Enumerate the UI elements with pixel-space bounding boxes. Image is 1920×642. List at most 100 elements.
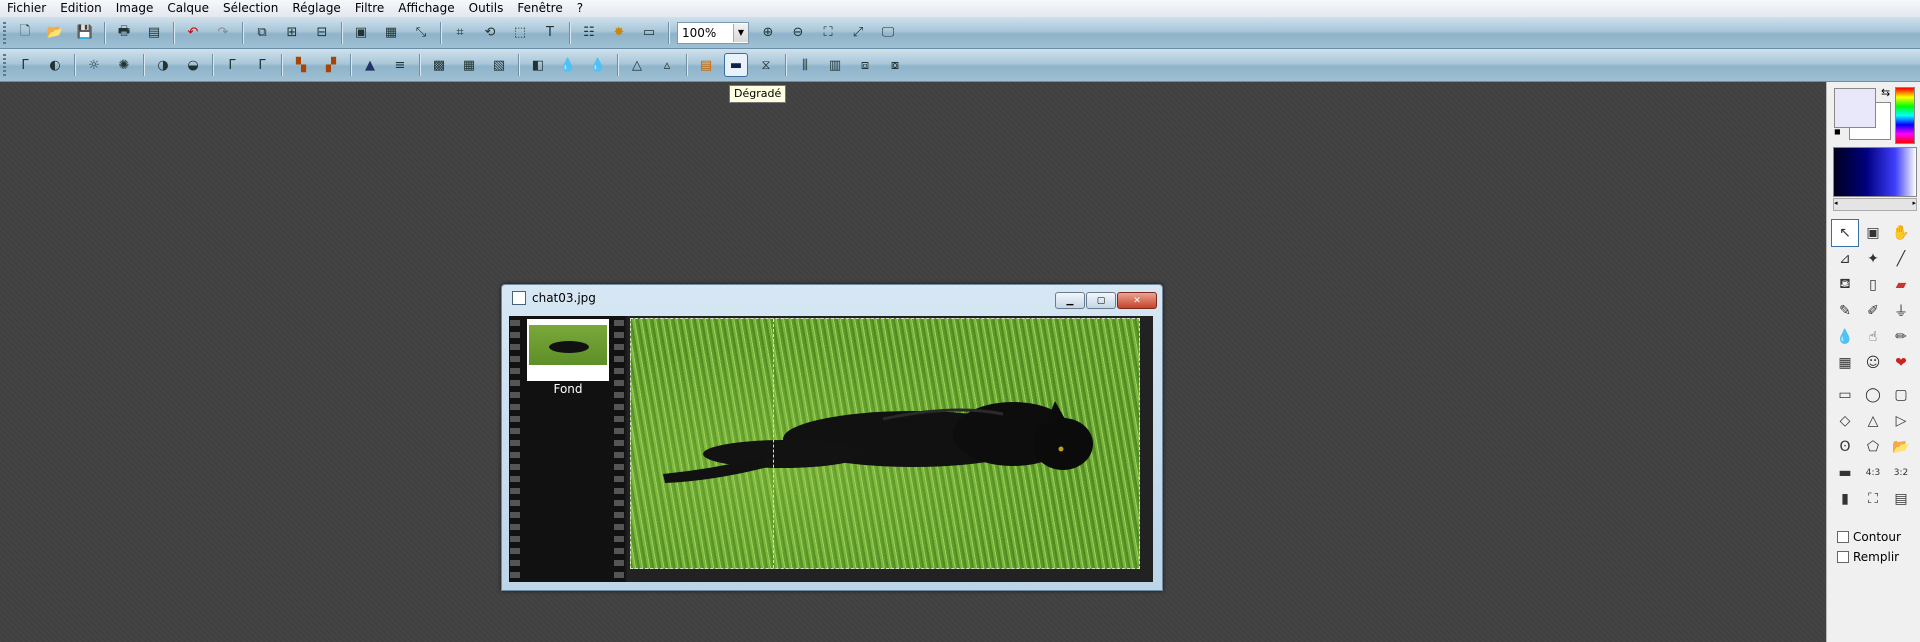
maximize-button[interactable]: ▢ bbox=[1086, 292, 1116, 309]
red-eye-tool-icon[interactable]: ❤ bbox=[1888, 350, 1914, 376]
brightness-down-icon[interactable]: ☼ bbox=[83, 54, 105, 76]
tile-icon[interactable]: ▥ bbox=[824, 54, 846, 76]
fit-image-icon[interactable]: ⛶ bbox=[817, 22, 839, 44]
canvas-area[interactable] bbox=[627, 316, 1153, 582]
contrast-down-icon[interactable]: ◑ bbox=[152, 54, 174, 76]
polygon-shape-icon[interactable]: ⬠ bbox=[1860, 434, 1886, 460]
color-balance-plus-icon[interactable]: ▞ bbox=[320, 54, 342, 76]
swap-colors-icon[interactable]: ⇆ bbox=[1881, 86, 1890, 99]
menu-edition[interactable]: Edition bbox=[53, 0, 109, 17]
eraser-tool-icon[interactable]: ▰ bbox=[1888, 272, 1914, 298]
fill-bucket-tool-icon[interactable]: ⛾ bbox=[1832, 272, 1858, 298]
vertical-selection-icon[interactable]: ▮ bbox=[1832, 486, 1858, 512]
document-window[interactable]: chat03.jpg ▁ ▢ ✕ Fond bbox=[501, 284, 1163, 591]
brush-tool-icon[interactable]: ✐ bbox=[1860, 298, 1886, 324]
grid-icon[interactable]: ▦ bbox=[458, 54, 480, 76]
toolbar-grip[interactable] bbox=[3, 21, 6, 44]
select-rect-icon[interactable]: ⬚ bbox=[509, 22, 531, 44]
menu-calque[interactable]: Calque bbox=[160, 0, 216, 17]
menu-selection[interactable]: Sélection bbox=[216, 0, 285, 17]
rectangle-shape-icon[interactable]: ▭ bbox=[1832, 382, 1858, 408]
lasso-shape-icon[interactable]: ʘ bbox=[1832, 434, 1858, 460]
rounded-rect-shape-icon[interactable]: ▢ bbox=[1888, 382, 1914, 408]
window-frame-icon[interactable]: ▤ bbox=[1888, 486, 1914, 512]
grid-alt-icon[interactable]: ▧ bbox=[488, 54, 510, 76]
chevron-down-icon[interactable]: ▼ bbox=[733, 23, 748, 42]
line-tool-icon[interactable]: ╱ bbox=[1888, 246, 1914, 272]
copy-layer-icon[interactable]: ⧉ bbox=[251, 22, 273, 44]
histogram-icon[interactable]: ▲ bbox=[359, 54, 381, 76]
eyedropper-tool-icon[interactable]: ⊿ bbox=[1832, 246, 1858, 272]
portrait-tool-icon[interactable]: ☺ bbox=[1860, 350, 1886, 376]
print-icon[interactable]: 🖶 bbox=[113, 22, 135, 44]
fit-window-icon[interactable]: ⤢ bbox=[847, 22, 869, 44]
hand-tool-icon[interactable]: ✋ bbox=[1888, 220, 1914, 246]
sharpen-icon[interactable]: △ bbox=[626, 54, 648, 76]
right-triangle-shape-icon[interactable]: ▷ bbox=[1888, 408, 1914, 434]
reset-colors-icon[interactable]: ◼ bbox=[1834, 127, 1843, 136]
drop-fill-icon[interactable]: 💧 bbox=[587, 54, 609, 76]
ratio-3-2-icon[interactable]: 3:2 bbox=[1888, 460, 1914, 486]
menu-help[interactable]: ? bbox=[570, 0, 590, 17]
menu-outils[interactable]: Outils bbox=[462, 0, 511, 17]
flip-icon[interactable]: ◧ bbox=[527, 54, 549, 76]
gradient-scrollbar[interactable]: ◂ ▸ bbox=[1833, 198, 1917, 211]
diamond-shape-icon[interactable]: ◇ bbox=[1832, 408, 1858, 434]
layers-icon[interactable]: ☷ bbox=[578, 22, 600, 44]
zoom-out-icon[interactable]: ⊖ bbox=[787, 22, 809, 44]
brightness-up-icon[interactable]: ✺ bbox=[113, 54, 135, 76]
text-icon[interactable]: T bbox=[539, 22, 561, 44]
magic-wand-tool-icon[interactable]: ✦ bbox=[1860, 246, 1886, 272]
minimize-button[interactable]: ▁ bbox=[1055, 292, 1085, 309]
pencil-tool-icon[interactable]: ✎ bbox=[1832, 298, 1858, 324]
rainbow-icon[interactable]: ▤ bbox=[695, 54, 717, 76]
smudge-tool-icon[interactable]: ☝ bbox=[1860, 324, 1886, 350]
image-canvas[interactable] bbox=[630, 318, 1140, 569]
save-icon[interactable]: 💾 bbox=[74, 22, 96, 44]
menu-reglage[interactable]: Réglage bbox=[285, 0, 348, 17]
contour-checkbox[interactable]: Contour bbox=[1837, 530, 1901, 544]
crop-frame-icon[interactable]: ⛶ bbox=[1860, 486, 1886, 512]
foreground-color-swatch[interactable] bbox=[1834, 88, 1876, 128]
stack-icon[interactable]: ⧈ bbox=[854, 54, 876, 76]
selection-tool-icon[interactable]: ▣ bbox=[1860, 220, 1886, 246]
gradient-icon[interactable]: ▬ bbox=[724, 53, 748, 77]
window-icon[interactable]: ▭ bbox=[638, 22, 660, 44]
contour-checkbox-box[interactable] bbox=[1837, 531, 1849, 543]
auto-levels-icon[interactable]: Γ bbox=[14, 54, 36, 76]
hue-slider[interactable] bbox=[1895, 87, 1915, 144]
zoom-combobox[interactable]: 100% ▼ bbox=[677, 21, 749, 44]
crop-icon[interactable]: ⌗ bbox=[449, 22, 471, 44]
triangle-shape-icon[interactable]: △ bbox=[1860, 408, 1886, 434]
stamp-tool-icon[interactable]: ⏚ bbox=[1888, 298, 1914, 324]
mosaic-icon[interactable]: ▩ bbox=[428, 54, 450, 76]
blur-tool-icon[interactable]: 💧 bbox=[1832, 324, 1858, 350]
paste-layer-icon[interactable]: ⊞ bbox=[281, 22, 303, 44]
gamma-up-icon[interactable]: Γ bbox=[251, 54, 273, 76]
redo-icon[interactable]: ↷ bbox=[212, 22, 234, 44]
fullscreen-icon[interactable]: 🖵 bbox=[877, 22, 899, 44]
equalize-icon[interactable]: ≡ bbox=[389, 54, 411, 76]
gamma-down-icon[interactable]: Γ bbox=[221, 54, 243, 76]
ellipse-shape-icon[interactable]: ◯ bbox=[1860, 382, 1886, 408]
color-balance-icon[interactable]: ▚ bbox=[290, 54, 312, 76]
spray-tool-icon[interactable]: ▯ bbox=[1860, 272, 1886, 298]
stack-alt-icon[interactable]: ⧇ bbox=[884, 54, 906, 76]
remplir-checkbox-box[interactable] bbox=[1837, 551, 1849, 563]
menu-fenetre[interactable]: Fenêtre bbox=[510, 0, 569, 17]
menu-image[interactable]: Image bbox=[109, 0, 161, 17]
rotate-icon[interactable]: ⟲ bbox=[479, 22, 501, 44]
menu-affichage[interactable]: Affichage bbox=[391, 0, 461, 17]
menu-fichier[interactable]: Fichier bbox=[0, 0, 53, 17]
frame-icon[interactable]: ▣ bbox=[350, 22, 372, 44]
texture-tool-icon[interactable]: ▦ bbox=[1832, 350, 1858, 376]
zoom-in-icon[interactable]: ⊕ bbox=[757, 22, 779, 44]
new-file-icon[interactable]: 🗋 bbox=[14, 22, 36, 44]
layer-thumbnail[interactable] bbox=[527, 319, 609, 381]
horizontal-selection-icon[interactable]: ▬ bbox=[1832, 460, 1858, 486]
chevron-right-icon[interactable]: ▸ bbox=[1912, 199, 1916, 210]
close-button[interactable]: ✕ bbox=[1117, 292, 1157, 309]
gradient-preview[interactable] bbox=[1833, 147, 1917, 197]
sharpen-more-icon[interactable]: ▵ bbox=[656, 54, 678, 76]
open-folder-icon[interactable]: 📂 bbox=[44, 22, 66, 44]
